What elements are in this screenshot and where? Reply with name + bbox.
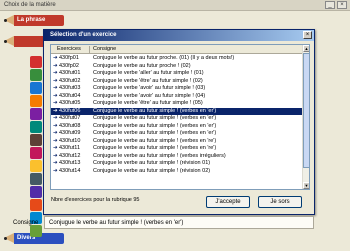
exercise-description: Conjugue le verbe au futur simple ! (rév… — [93, 167, 211, 174]
consigne-field: Conjugue le verbe au futur simple ! (ver… — [44, 216, 314, 229]
pencil-tab-la-phrase[interactable]: La phrase — [4, 15, 66, 26]
exercise-code: 430fut11 — [59, 145, 81, 151]
exercise-row[interactable]: ➜ 430fp01 Conjugue le verbe au futur proch… — [51, 55, 303, 63]
dialog-title-bar: Sélection d'un exercice × — [44, 30, 314, 41]
list-rows: ➜ 430fp01 Conjugue le verbe au futur proch… — [51, 55, 303, 175]
sidebar-category-icon[interactable] — [30, 69, 42, 81]
exercise-list[interactable]: Exercices Consigne ➜ 430fp01 Conjugue le v… — [50, 44, 310, 190]
exercise-description: Conjugue le verbe au futur simple ! (rév… — [93, 160, 211, 166]
exercise-row[interactable]: ➜ 430fut12 Conjugue le verbe au futur simp… — [51, 153, 303, 161]
exercise-code: 430fut12 — [59, 152, 81, 159]
close-main-button[interactable]: × — [337, 1, 347, 9]
exercise-code: 430fut05 — [59, 100, 81, 106]
accept-button[interactable]: J'accepte — [206, 196, 250, 208]
sidebar-category-icon[interactable] — [30, 173, 42, 185]
exercise-count-text: Nbre d'exercices pour la rubrique 95 — [51, 197, 140, 203]
sidebar-category-icon[interactable] — [30, 147, 42, 159]
main-title-bar: Choix de la matière _ × — [0, 0, 350, 11]
exercise-row[interactable]: ➜ 430fut03 Conjugue le verbe 'avoir' au fu… — [51, 85, 303, 93]
exercise-code: 430fp02 — [59, 62, 79, 69]
sidebar-category-icon[interactable] — [30, 56, 42, 68]
exercise-row[interactable]: ➜ 430fut08 Conjugue le verbe au futur simp… — [51, 123, 303, 131]
sidebar-category-icon[interactable] — [30, 134, 42, 146]
scroll-down-button[interactable]: ▼ — [303, 182, 309, 189]
exercise-description: Conjugue le verbe au futur simple ! (ver… — [93, 152, 226, 159]
dialog-title: Sélection d'un exercice — [50, 32, 117, 38]
exercise-code: 430fut03 — [59, 85, 81, 91]
exercise-code: 430fp01 — [59, 55, 79, 61]
pencil-label: La phrase — [17, 17, 46, 23]
exercise-row[interactable]: ➜ 430fut14 Conjugue le verbe au futur simp… — [51, 168, 303, 176]
exercise-code: 430fut09 — [59, 130, 81, 136]
exercise-row[interactable]: ➜ 430fut04 Conjugue le verbe 'avoir' au fu… — [51, 93, 303, 101]
list-header: Exercices Consigne — [51, 45, 303, 54]
sidebar-category-icon[interactable] — [30, 95, 42, 107]
column-separator — [89, 46, 90, 53]
exercise-code: 430fut07 — [59, 115, 81, 121]
exercise-code: 430fut14 — [59, 167, 81, 174]
exercise-description: Conjugue le verbe au futur simple ! (ver… — [93, 130, 217, 136]
column-header-exercices[interactable]: Exercices — [57, 46, 81, 52]
sidebar-category-icon[interactable] — [30, 82, 42, 94]
sidebar-category-icon[interactable] — [30, 225, 42, 237]
sidebar-category-icon[interactable] — [30, 199, 42, 211]
column-header-consigne[interactable]: Consigne — [93, 46, 116, 52]
exercise-code: 430fut08 — [59, 122, 81, 129]
exercise-row[interactable]: ➜ 430fut09 Conjugue le verbe au futur simp… — [51, 130, 303, 138]
exercise-row[interactable]: ➜ 430fut10 Conjugue le verbe au futur simp… — [51, 138, 303, 146]
minimize-button[interactable]: _ — [325, 1, 335, 9]
exercise-row[interactable]: ➜ 430fut01 Conjugue le verbe 'aller' au fu… — [51, 70, 303, 78]
exercise-row[interactable]: ➜ 430fut02 Conjugue le verbe 'être' au fut… — [51, 78, 303, 86]
sidebar-category-icon[interactable] — [30, 121, 42, 133]
consigne-label: Consigne — [13, 220, 39, 226]
exercise-description: Conjugue le verbe 'être' au futur simple… — [93, 77, 203, 84]
exercise-code: 430fut10 — [59, 137, 81, 144]
sidebar-category-icon[interactable] — [30, 108, 42, 120]
exercise-code: 430fut02 — [59, 77, 81, 84]
exercise-description: Conjugue le verbe au futur proche ! (02) — [93, 62, 191, 69]
sidebar-category-icon[interactable] — [30, 160, 42, 172]
exercise-description: Conjugue le verbe 'être' au futur simple… — [93, 100, 203, 106]
exercise-row[interactable]: ➜ 430fut07 Conjugue le verbe au futur simp… — [51, 115, 303, 123]
vertical-scrollbar[interactable]: ▲ ▼ — [302, 45, 309, 189]
scroll-thumb[interactable] — [303, 53, 309, 168]
exercise-description: Conjugue le verbe au futur proche. (01) … — [93, 55, 235, 61]
exercise-row[interactable]: ➜ 430fp02 Conjugue le verbe au futur proch… — [51, 63, 303, 71]
main-window: Choix de la matière _ × La phrase Divers… — [0, 0, 350, 251]
exercise-description: Conjugue le verbe 'avoir' au futur simpl… — [93, 85, 206, 91]
exercise-description: Conjugue le verbe au futur simple ! (ver… — [93, 107, 217, 114]
sidebar-category-icon[interactable] — [30, 186, 42, 198]
exercise-row[interactable]: ➜ 430fut05 Conjugue le verbe 'être' au fut… — [51, 100, 303, 108]
exercise-description: Conjugue le verbe au futur simple ! (ver… — [93, 137, 217, 144]
exercise-code: 430fut01 — [59, 70, 81, 76]
exercise-code: 430fut13 — [59, 160, 81, 166]
exercise-code: 430fut06 — [59, 107, 81, 114]
exercise-row[interactable]: ➜ 430fut11 Conjugue le verbe au futur simp… — [51, 145, 303, 153]
exercise-row[interactable]: ➜ 430fut06 Conjugue le verbe au futur simp… — [51, 107, 303, 115]
pencil-lead — [4, 237, 7, 240]
exercise-description: Conjugue le verbe au futur simple ! (ver… — [93, 115, 217, 121]
exercise-code: 430fut04 — [59, 92, 81, 99]
exercise-description: Conjugue le verbe au futur simple ! (ver… — [93, 145, 217, 151]
exercise-description: Conjugue le verbe au futur simple ! (ver… — [93, 122, 217, 129]
exercise-selection-dialog: Sélection d'un exercice × Exercices Cons… — [43, 29, 315, 215]
pencil-lead — [4, 19, 7, 22]
main-window-title: Choix de la matière — [4, 2, 56, 8]
dialog-close-button[interactable]: × — [303, 31, 312, 39]
pencil-lead — [4, 40, 7, 43]
exercise-description: Conjugue le verbe 'avoir' au futur simpl… — [93, 92, 206, 99]
scroll-up-button[interactable]: ▲ — [303, 45, 309, 52]
exercise-row[interactable]: ➜ 430fut13 Conjugue le verbe au futur simp… — [51, 160, 303, 168]
exercise-description: Conjugue le verbe 'aller' au futur simpl… — [93, 70, 204, 76]
consigne-value: Conjugue le verbe au futur simple ! (ver… — [49, 220, 184, 226]
exit-button[interactable]: Je sors — [258, 196, 302, 208]
